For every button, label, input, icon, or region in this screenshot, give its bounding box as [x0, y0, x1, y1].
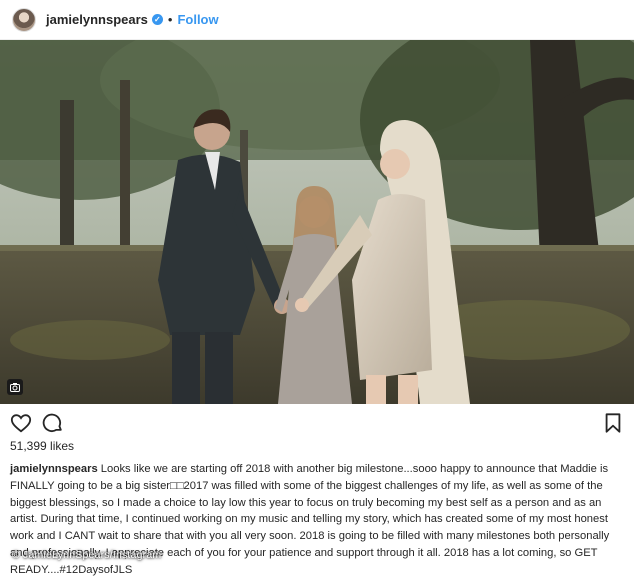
avatar[interactable]	[12, 7, 36, 32]
follow-button[interactable]: Follow	[177, 12, 218, 27]
photo-credit: © JamieLynnSpears/Instagram	[12, 549, 162, 561]
photo-scene	[0, 40, 634, 404]
bookmark-icon[interactable]	[602, 412, 624, 434]
camera-icon	[7, 379, 23, 395]
post-header: jamielynnspears ✓ • Follow	[0, 0, 634, 40]
likes-count[interactable]: 51,399 likes	[10, 439, 74, 453]
header-separator: •	[167, 12, 173, 27]
comment-icon[interactable]	[42, 412, 64, 434]
header-username[interactable]: jamielynnspears	[46, 12, 148, 27]
heart-icon[interactable]	[10, 412, 32, 434]
action-bar	[0, 408, 634, 438]
verified-badge-icon: ✓	[151, 14, 163, 25]
caption-username[interactable]: jamielynnspears	[10, 463, 98, 475]
post-photo[interactable]	[0, 40, 634, 404]
